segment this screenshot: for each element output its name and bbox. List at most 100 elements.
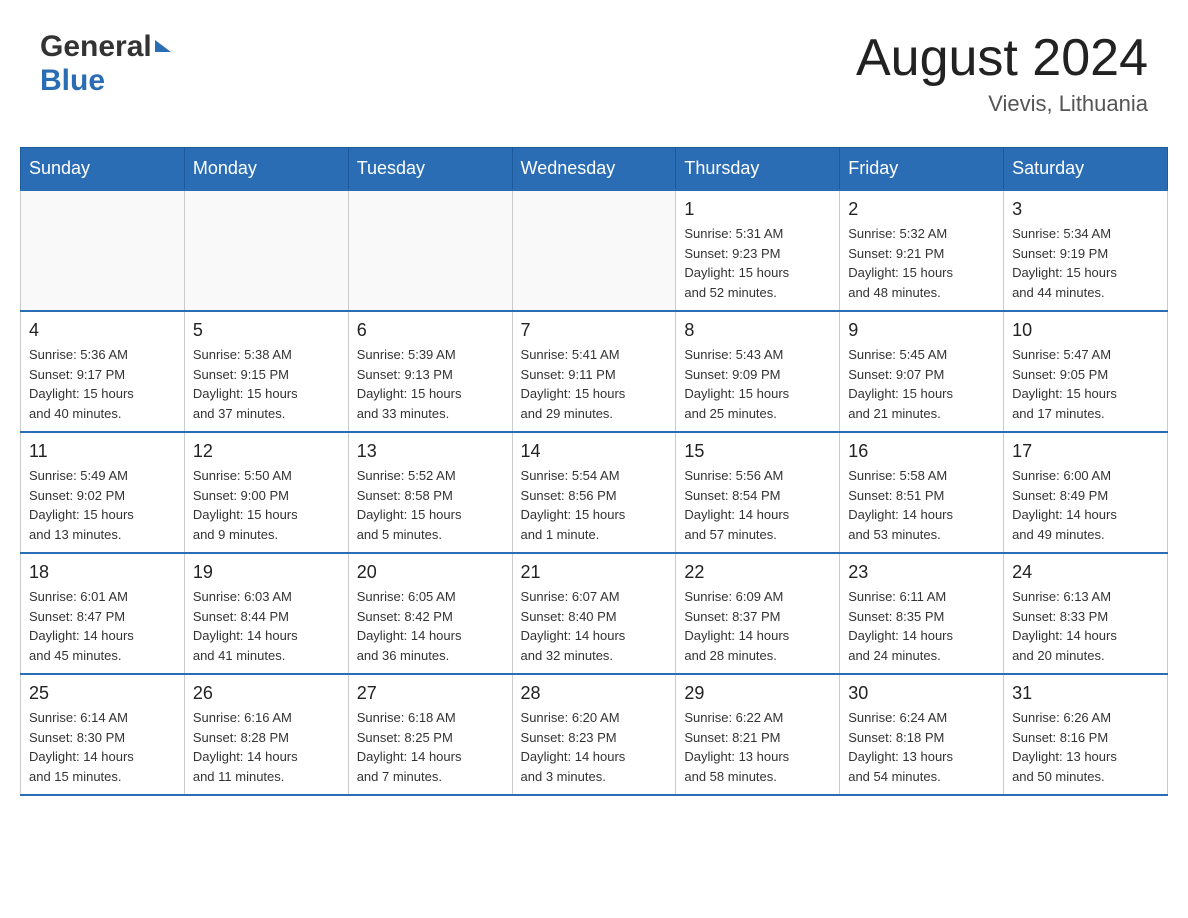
calendar-cell: 31 Sunrise: 6:26 AMSunset: 8:16 PMDayligh… xyxy=(1004,674,1168,795)
logo-arrow-icon xyxy=(155,40,171,52)
day-number: 25 xyxy=(29,683,176,704)
calendar-cell: 6Sunrise: 5:39 AMSunset: 9:13 PMDaylight… xyxy=(348,311,512,432)
calendar-cell xyxy=(348,190,512,311)
day-header-monday: Monday xyxy=(184,148,348,191)
logo-blue-text: Blue xyxy=(40,64,105,98)
day-info: Sunrise: 6:24 AMSunset: 8:18 PMDaylight:… xyxy=(848,708,995,786)
day-number: 18 xyxy=(29,562,176,583)
day-number: 27 xyxy=(357,683,504,704)
day-number: 31 xyxy=(1012,683,1159,704)
calendar-cell: 16 Sunrise: 5:58 AMSunset: 8:51 PMDayligh… xyxy=(840,432,1004,553)
day-info: Sunrise: 6:09 AMSunset: 8:37 PMDaylight:… xyxy=(684,587,831,665)
day-header-saturday: Saturday xyxy=(1004,148,1168,191)
calendar-cell: 22 Sunrise: 6:09 AMSunset: 8:37 PMDayligh… xyxy=(676,553,840,674)
calendar-cell: 7Sunrise: 5:41 AMSunset: 9:11 PMDaylight… xyxy=(512,311,676,432)
day-number: 19 xyxy=(193,562,340,583)
calendar-cell: 4 Sunrise: 5:36 AMSunset: 9:17 PMDaylight… xyxy=(21,311,185,432)
week-row-1: 1Sunrise: 5:31 AMSunset: 9:23 PMDaylight… xyxy=(21,190,1168,311)
calendar-cell: 17Sunrise: 6:00 AMSunset: 8:49 PMDayligh… xyxy=(1004,432,1168,553)
day-header-sunday: Sunday xyxy=(21,148,185,191)
calendar-cell: 27 Sunrise: 6:18 AMSunset: 8:25 PMDayligh… xyxy=(348,674,512,795)
day-number: 11 xyxy=(29,441,176,462)
day-number: 30 xyxy=(848,683,995,704)
day-info: Sunrise: 5:38 AMSunset: 9:15 PMDaylight:… xyxy=(193,345,340,423)
day-info: Sunrise: 5:41 AMSunset: 9:11 PMDaylight:… xyxy=(521,345,668,423)
calendar-cell xyxy=(21,190,185,311)
day-info: Sunrise: 5:36 AMSunset: 9:17 PMDaylight:… xyxy=(29,345,176,423)
day-number: 15 xyxy=(684,441,831,462)
day-info: Sunrise: 6:05 AMSunset: 8:42 PMDaylight:… xyxy=(357,587,504,665)
calendar-cell: 12 Sunrise: 5:50 AMSunset: 9:00 PMDayligh… xyxy=(184,432,348,553)
calendar-cell: 15 Sunrise: 5:56 AMSunset: 8:54 PMDayligh… xyxy=(676,432,840,553)
day-info: Sunrise: 5:50 AMSunset: 9:00 PMDaylight:… xyxy=(193,466,340,544)
calendar-cell: 11 Sunrise: 5:49 AMSunset: 9:02 PMDayligh… xyxy=(21,432,185,553)
day-number: 3 xyxy=(1012,199,1159,220)
calendar-header-row: SundayMondayTuesdayWednesdayThursdayFrid… xyxy=(21,148,1168,191)
day-number: 13 xyxy=(357,441,504,462)
day-header-friday: Friday xyxy=(840,148,1004,191)
day-info: Sunrise: 5:32 AMSunset: 9:21 PMDaylight:… xyxy=(848,224,995,302)
calendar-cell: 29Sunrise: 6:22 AMSunset: 8:21 PMDayligh… xyxy=(676,674,840,795)
calendar-cell: 9Sunrise: 5:45 AMSunset: 9:07 PMDaylight… xyxy=(840,311,1004,432)
day-number: 14 xyxy=(521,441,668,462)
day-number: 5 xyxy=(193,320,340,341)
calendar-cell: 23 Sunrise: 6:11 AMSunset: 8:35 PMDayligh… xyxy=(840,553,1004,674)
day-info: Sunrise: 6:13 AMSunset: 8:33 PMDaylight:… xyxy=(1012,587,1159,665)
calendar-cell: 21 Sunrise: 6:07 AMSunset: 8:40 PMDayligh… xyxy=(512,553,676,674)
header: General Blue August 2024 Vievis, Lithuan… xyxy=(20,20,1168,127)
calendar-cell: 2 Sunrise: 5:32 AMSunset: 9:21 PMDaylight… xyxy=(840,190,1004,311)
day-number: 23 xyxy=(848,562,995,583)
day-number: 21 xyxy=(521,562,668,583)
day-info: Sunrise: 6:20 AMSunset: 8:23 PMDaylight:… xyxy=(521,708,668,786)
calendar-subtitle: Vievis, Lithuania xyxy=(856,91,1148,117)
day-info: Sunrise: 5:52 AMSunset: 8:58 PMDaylight:… xyxy=(357,466,504,544)
calendar-cell: 14 Sunrise: 5:54 AMSunset: 8:56 PMDayligh… xyxy=(512,432,676,553)
day-number: 2 xyxy=(848,199,995,220)
logo-general-line: General xyxy=(40,30,171,64)
day-number: 24 xyxy=(1012,562,1159,583)
day-header-wednesday: Wednesday xyxy=(512,148,676,191)
title-section: August 2024 Vievis, Lithuania xyxy=(856,30,1148,117)
day-number: 17 xyxy=(1012,441,1159,462)
day-header-tuesday: Tuesday xyxy=(348,148,512,191)
calendar-cell: 8Sunrise: 5:43 AMSunset: 9:09 PMDaylight… xyxy=(676,311,840,432)
day-number: 28 xyxy=(521,683,668,704)
day-info: Sunrise: 5:45 AMSunset: 9:07 PMDaylight:… xyxy=(848,345,995,423)
calendar-cell: 19Sunrise: 6:03 AMSunset: 8:44 PMDayligh… xyxy=(184,553,348,674)
day-header-thursday: Thursday xyxy=(676,148,840,191)
day-info: Sunrise: 5:43 AMSunset: 9:09 PMDaylight:… xyxy=(684,345,831,423)
day-number: 1 xyxy=(684,199,831,220)
calendar-table: SundayMondayTuesdayWednesdayThursdayFrid… xyxy=(20,147,1168,796)
calendar-cell: 3Sunrise: 5:34 AMSunset: 9:19 PMDaylight… xyxy=(1004,190,1168,311)
day-info: Sunrise: 5:49 AMSunset: 9:02 PMDaylight:… xyxy=(29,466,176,544)
day-number: 22 xyxy=(684,562,831,583)
week-row-4: 18 Sunrise: 6:01 AMSunset: 8:47 PMDayligh… xyxy=(21,553,1168,674)
day-info: Sunrise: 6:26 AMSunset: 8:16 PMDaylight:… xyxy=(1012,708,1159,786)
day-number: 29 xyxy=(684,683,831,704)
day-info: Sunrise: 6:01 AMSunset: 8:47 PMDaylight:… xyxy=(29,587,176,665)
day-number: 16 xyxy=(848,441,995,462)
day-info: Sunrise: 5:56 AMSunset: 8:54 PMDaylight:… xyxy=(684,466,831,544)
day-info: Sunrise: 6:07 AMSunset: 8:40 PMDaylight:… xyxy=(521,587,668,665)
day-info: Sunrise: 6:16 AMSunset: 8:28 PMDaylight:… xyxy=(193,708,340,786)
calendar-cell: 26Sunrise: 6:16 AMSunset: 8:28 PMDayligh… xyxy=(184,674,348,795)
day-number: 4 xyxy=(29,320,176,341)
calendar-cell: 10Sunrise: 5:47 AMSunset: 9:05 PMDayligh… xyxy=(1004,311,1168,432)
calendar-cell xyxy=(184,190,348,311)
day-number: 12 xyxy=(193,441,340,462)
day-number: 6 xyxy=(357,320,504,341)
calendar-cell: 25Sunrise: 6:14 AMSunset: 8:30 PMDayligh… xyxy=(21,674,185,795)
week-row-5: 25Sunrise: 6:14 AMSunset: 8:30 PMDayligh… xyxy=(21,674,1168,795)
calendar-cell: 18 Sunrise: 6:01 AMSunset: 8:47 PMDayligh… xyxy=(21,553,185,674)
day-info: Sunrise: 6:11 AMSunset: 8:35 PMDaylight:… xyxy=(848,587,995,665)
day-info: Sunrise: 5:54 AMSunset: 8:56 PMDaylight:… xyxy=(521,466,668,544)
logo: General Blue xyxy=(40,30,171,98)
day-info: Sunrise: 6:18 AMSunset: 8:25 PMDaylight:… xyxy=(357,708,504,786)
calendar-cell xyxy=(512,190,676,311)
day-info: Sunrise: 5:58 AMSunset: 8:51 PMDaylight:… xyxy=(848,466,995,544)
day-number: 20 xyxy=(357,562,504,583)
calendar-title: August 2024 xyxy=(856,30,1148,87)
day-info: Sunrise: 5:47 AMSunset: 9:05 PMDaylight:… xyxy=(1012,345,1159,423)
week-row-2: 4 Sunrise: 5:36 AMSunset: 9:17 PMDaylight… xyxy=(21,311,1168,432)
logo-general-text: General xyxy=(40,30,152,64)
